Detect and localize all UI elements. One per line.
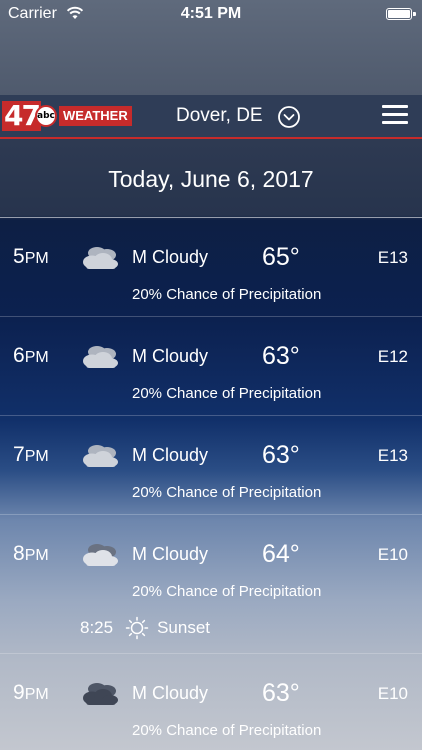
- temperature: 64°: [262, 540, 300, 568]
- battery-icon: [386, 8, 416, 20]
- temperature: 63°: [262, 441, 300, 469]
- temperature: 65°: [262, 243, 300, 271]
- precip-label: 20% Chance of Precipitation: [132, 484, 322, 501]
- wind-label: E13: [377, 446, 408, 465]
- sunset-icon: [125, 616, 149, 640]
- temperature: 63°: [262, 679, 300, 707]
- condition-label: M Cloudy: [132, 683, 209, 703]
- hour-row[interactable]: 9PM M Cloudy 63° E10 20% Chance of Preci…: [0, 654, 422, 750]
- clock: 4:51 PM: [180, 5, 242, 22]
- cloud-icon: [83, 445, 118, 467]
- cloud-icon: [83, 247, 118, 269]
- precip-label: 20% Chance of Precipitation: [132, 722, 322, 739]
- wind-label: E10: [377, 545, 408, 564]
- precip-label: 20% Chance of Precipitation: [132, 583, 322, 600]
- chevron-down-icon[interactable]: [278, 106, 300, 128]
- condition-label: M Cloudy: [132, 445, 209, 465]
- hour-row[interactable]: 6PM M Cloudy 63° E12 20% Chance of Preci…: [0, 317, 422, 416]
- abc-logo-icon: abc: [34, 105, 57, 127]
- hour-row[interactable]: 5PM M Cloudy 65° E13 20% Chance of Preci…: [0, 218, 422, 317]
- hour-time: 6PM: [13, 344, 49, 367]
- cloud-icon: [83, 544, 118, 566]
- temperature: 63°: [262, 342, 300, 370]
- location-selector[interactable]: Dover, DE: [176, 105, 263, 127]
- wind-label: E12: [377, 347, 408, 366]
- sunset-info: 8:25 Sunset: [80, 616, 210, 640]
- hour-row[interactable]: 8PM M Cloudy 64° E10 20% Chance of Preci…: [0, 515, 422, 654]
- status-bar: Carrier 4:51 PM: [0, 0, 422, 30]
- wind-label: E10: [377, 684, 408, 703]
- hour-time: 8PM: [13, 542, 49, 565]
- condition-label: M Cloudy: [132, 346, 209, 366]
- hour-time: 9PM: [13, 681, 49, 704]
- logo-weather-word: WEATHER: [58, 106, 132, 126]
- cloud-icon: [83, 346, 118, 368]
- sunset-time: 8:25: [80, 618, 114, 637]
- hour-row[interactable]: 7PM M Cloudy 63° E13 20% Chance of Preci…: [0, 416, 422, 515]
- precip-label: 20% Chance of Precipitation: [132, 385, 322, 402]
- condition-label: M Cloudy: [132, 247, 209, 267]
- hour-time: 5PM: [13, 245, 49, 268]
- hour-time: 7PM: [13, 443, 49, 466]
- station-logo[interactable]: 47 abc WEATHER: [2, 101, 132, 131]
- wind-label: E13: [377, 248, 408, 267]
- cloud-icon: [83, 683, 118, 705]
- precip-label: 20% Chance of Precipitation: [132, 286, 322, 303]
- condition-label: M Cloudy: [132, 544, 209, 564]
- date-banner: Today, June 6, 2017: [0, 141, 422, 218]
- menu-icon[interactable]: [382, 105, 408, 125]
- sunset-label: Sunset: [157, 618, 211, 637]
- app-header: 47 abc WEATHER Dover, DE: [0, 95, 422, 139]
